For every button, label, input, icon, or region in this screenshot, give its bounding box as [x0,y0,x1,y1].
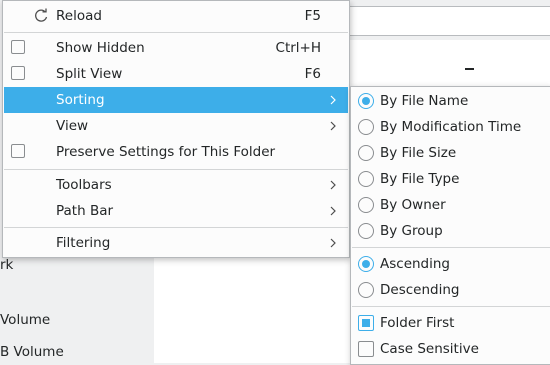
sidebar-item[interactable]: B Volume [0,344,64,360]
radio-button[interactable] [358,282,374,298]
menu-item-shortcut: Ctrl+H [275,40,321,56]
menu-separator [4,169,348,170]
radio-button[interactable] [358,256,374,272]
sort-option-label: By Owner [380,197,446,213]
menu-item-shortcut: F6 [304,66,321,82]
chevron-right-icon [326,178,340,192]
sort-by-group[interactable]: By Group [352,218,550,244]
menu-item-filtering[interactable]: Filtering [4,230,348,256]
menu-item-label: Show Hidden [56,40,145,56]
split-view-checkbox[interactable] [11,66,25,80]
menu-separator [352,247,550,248]
radio-button[interactable] [358,197,374,213]
sort-option-label: Folder First [380,315,455,331]
folder-first-option[interactable]: Folder First [352,310,550,336]
sort-option-label: By File Size [380,145,457,161]
checkbox[interactable] [358,341,374,357]
case-sensitive-option[interactable]: Case Sensitive [352,336,550,362]
radio-button[interactable] [358,119,374,135]
chevron-right-icon [326,236,340,250]
menu-item-label: Sorting [56,92,105,108]
radio-button[interactable] [358,93,374,109]
reload-icon [33,8,49,24]
chevron-right-icon [326,204,340,218]
menu-item-path-bar[interactable]: Path Bar [4,198,348,224]
menu-separator [4,227,348,228]
menu-item-label: Reload [56,8,102,24]
sidebar-item[interactable]: rk [0,257,13,273]
menu-item-toolbars[interactable]: Toolbars [4,172,348,198]
preserve-settings-checkbox[interactable] [11,144,25,158]
menu-item-sorting[interactable]: Sorting [4,87,348,113]
sort-order-descending[interactable]: Descending [352,277,550,303]
menu-item-reload[interactable]: Reload F5 [4,3,348,29]
radio-button[interactable] [358,171,374,187]
menu-separator [352,306,550,307]
chevron-right-icon [326,93,340,107]
sort-by-modification-time[interactable]: By Modification Time [352,114,550,140]
sort-option-label: By Modification Time [380,119,522,135]
show-hidden-checkbox[interactable] [11,40,25,54]
menu-item-label: Filtering [56,235,111,251]
sorting-submenu: By File Name By Modification Time By Fil… [350,86,550,365]
chevron-right-icon [326,119,340,133]
menu-item-preserve-settings[interactable]: Preserve Settings for This Folder [4,139,348,165]
menu-item-label: View [56,118,89,134]
menu-item-label: Preserve Settings for This Folder [56,144,276,160]
column-header-marker [465,68,474,70]
menu-item-label: Toolbars [56,177,112,193]
radio-button[interactable] [358,145,374,161]
sort-by-owner[interactable]: By Owner [352,192,550,218]
menu-item-show-hidden[interactable]: Show Hidden Ctrl+H [4,35,348,61]
sort-option-label: By File Type [380,171,460,187]
sort-option-label: By File Name [380,93,469,109]
checkbox[interactable] [358,315,374,331]
menu-item-label: Path Bar [56,203,114,219]
menu-item-view[interactable]: View [4,113,348,139]
sort-by-file-size[interactable]: By File Size [352,140,550,166]
menu-separator [4,32,348,33]
sort-option-label: Case Sensitive [380,341,479,357]
sort-by-file-type[interactable]: By File Type [352,166,550,192]
sort-option-label: Ascending [380,256,450,272]
menu-item-split-view[interactable]: Split View F6 [4,61,348,87]
radio-button[interactable] [358,223,374,239]
sort-option-label: By Group [380,223,443,239]
sort-by-file-name[interactable]: By File Name [352,88,550,114]
view-menu: Reload F5 Show Hidden Ctrl+H Split View … [2,0,350,258]
sort-order-ascending[interactable]: Ascending [352,251,550,277]
menu-item-shortcut: F5 [304,8,321,24]
menu-item-label: Split View [56,66,123,82]
sidebar-item[interactable]: Volume [0,312,50,328]
sort-option-label: Descending [380,282,460,298]
location-bar[interactable] [340,6,550,36]
